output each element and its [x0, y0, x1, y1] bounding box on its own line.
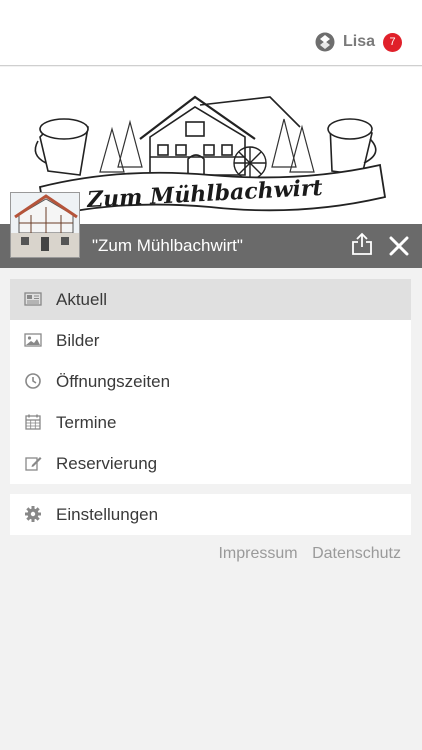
impressum-link[interactable]: Impressum	[218, 545, 297, 562]
news-icon	[24, 292, 42, 306]
share-icon[interactable]	[351, 232, 373, 256]
edit-icon	[25, 457, 42, 471]
gear-icon	[25, 506, 41, 522]
menu-item-oeffnungszeiten[interactable]: Öffnungszeiten	[10, 361, 411, 402]
notification-badge[interactable]: 7	[383, 32, 402, 52]
clock-icon	[25, 373, 41, 389]
image-icon	[24, 333, 42, 347]
menu-item-termine[interactable]: Termine	[10, 402, 411, 443]
menu-item-bilder[interactable]: Bilder	[10, 320, 411, 361]
main-menu: Aktuell Bilder Öffnungszeiten Termine Re…	[10, 279, 411, 484]
footer-links: Impressum Datenschutz	[208, 545, 401, 563]
menu-item-label: Reservierung	[56, 453, 158, 473]
user-name[interactable]: Lisa	[343, 33, 375, 51]
datenschutz-link[interactable]: Datenschutz	[312, 545, 401, 562]
menu-item-label: Termine	[56, 412, 117, 432]
user-profile[interactable]: Lisa 7	[315, 32, 402, 52]
close-icon[interactable]	[388, 235, 410, 257]
restaurant-title: "Zum Mühlbachwirt"	[92, 236, 243, 255]
calendar-icon	[25, 414, 41, 430]
menu-item-label: Aktuell	[56, 289, 108, 309]
restaurant-thumbnail	[10, 192, 80, 258]
menu-item-aktuell[interactable]: Aktuell	[10, 279, 411, 320]
empty-area	[0, 574, 422, 750]
app-logo-icon	[315, 32, 335, 52]
menu-item-label: Öffnungszeiten	[56, 371, 171, 391]
top-bar: Lisa 7	[0, 0, 422, 66]
menu-item-reservierung[interactable]: Reservierung	[10, 443, 411, 484]
settings-menu: Einstellungen	[10, 494, 411, 535]
menu-item-label: Bilder	[56, 330, 100, 350]
menu-item-einstellungen[interactable]: Einstellungen	[10, 494, 411, 535]
menu-item-label: Einstellungen	[56, 504, 159, 524]
